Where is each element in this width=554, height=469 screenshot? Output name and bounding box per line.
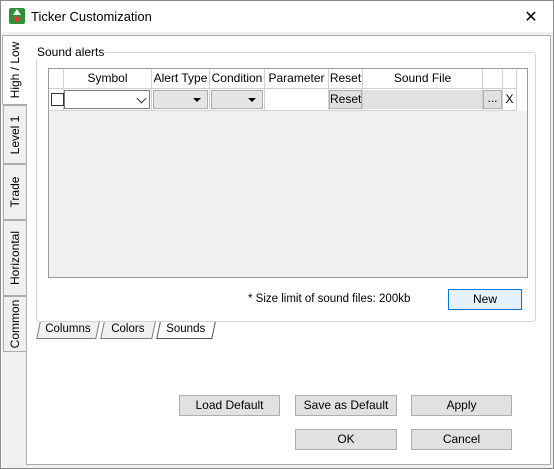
sound-alerts-group-title: Sound alerts	[36, 45, 106, 59]
condition-dropdown[interactable]	[211, 90, 263, 109]
dropdown-arrow-icon	[248, 98, 256, 102]
reset-button[interactable]: Reset	[329, 90, 362, 109]
bottom-tab-strip: Columns Colors Sounds	[36, 322, 236, 342]
sound-file-cell	[363, 89, 483, 111]
tab-colors[interactable]: Colors	[100, 322, 156, 339]
app-icon	[9, 8, 25, 24]
chevron-down-icon	[136, 93, 147, 104]
symbol-cell	[64, 89, 152, 111]
tab-horizontal[interactable]: Horizontal	[3, 220, 26, 296]
header-reset[interactable]: Reset	[329, 69, 363, 89]
tab-columns-label: Columns	[45, 323, 91, 335]
tab-horizontal-label: Horizontal	[8, 230, 22, 286]
header-condition[interactable]: Condition	[210, 69, 265, 89]
sound-size-limit-note: * Size limit of sound files: 200kb	[248, 293, 411, 305]
alert-type-cell	[152, 89, 210, 111]
load-default-button[interactable]: Load Default	[179, 395, 280, 416]
tab-high-low-label: High / Low	[8, 41, 22, 99]
dropdown-arrow-icon	[193, 98, 201, 102]
close-button[interactable]: ✕	[509, 1, 553, 32]
ok-button[interactable]: OK	[295, 429, 397, 450]
tab-colors-label: Colors	[111, 323, 145, 335]
enable-cell	[49, 89, 64, 111]
enable-alert-checkbox[interactable]	[51, 93, 64, 106]
condition-cell	[210, 89, 265, 111]
header-delete-column	[503, 69, 517, 89]
side-tab-strip: High / Low Level 1 Trade Horizontal Comm…	[2, 32, 27, 352]
tab-trade[interactable]: Trade	[3, 164, 26, 220]
header-parameter[interactable]: Parameter	[265, 69, 329, 89]
alert-type-dropdown[interactable]	[153, 90, 208, 109]
table-row: Reset ... X	[49, 89, 527, 111]
dialog-client-area: High / Low Level 1 Trade Horizontal Comm…	[2, 32, 553, 468]
title-bar: Ticker Customization ✕	[1, 1, 553, 32]
sound-file-field[interactable]	[363, 90, 482, 109]
tab-columns[interactable]: Columns	[36, 322, 100, 339]
tab-common[interactable]: Common	[3, 296, 26, 352]
tab-level-1-label: Level 1	[8, 115, 22, 154]
header-sound-file[interactable]: Sound File	[363, 69, 483, 89]
header-check-column	[49, 69, 64, 89]
tab-sounds-label: Sounds	[166, 323, 206, 335]
delete-row-button[interactable]: X	[503, 90, 516, 109]
new-alert-button[interactable]: New	[448, 289, 522, 310]
symbol-combobox[interactable]	[64, 90, 150, 109]
header-symbol[interactable]: Symbol	[64, 69, 152, 89]
tab-sounds[interactable]: Sounds	[156, 322, 216, 339]
sound-alerts-grid: Symbol Alert Type Condition Parameter Re…	[48, 68, 528, 278]
tab-trade-label: Trade	[8, 176, 22, 208]
ticker-customization-window: Ticker Customization ✕ High / Low Level …	[0, 0, 554, 469]
apply-button[interactable]: Apply	[411, 395, 512, 416]
browse-sound-file-button[interactable]: ...	[483, 90, 502, 109]
cancel-button[interactable]: Cancel	[411, 429, 512, 450]
delete-cell: X	[503, 89, 517, 111]
parameter-input[interactable]	[265, 89, 329, 111]
tab-level-1[interactable]: Level 1	[3, 105, 26, 164]
header-alert-type[interactable]: Alert Type	[152, 69, 210, 89]
header-browse-column	[483, 69, 503, 89]
tab-common-label: Common	[8, 299, 22, 349]
save-as-default-button[interactable]: Save as Default	[295, 395, 397, 416]
browse-cell: ...	[483, 89, 503, 111]
window-title: Ticker Customization	[31, 9, 152, 24]
grid-header: Symbol Alert Type Condition Parameter Re…	[49, 69, 527, 89]
reset-cell: Reset	[329, 89, 363, 111]
tab-high-low[interactable]: High / Low	[2, 35, 27, 105]
